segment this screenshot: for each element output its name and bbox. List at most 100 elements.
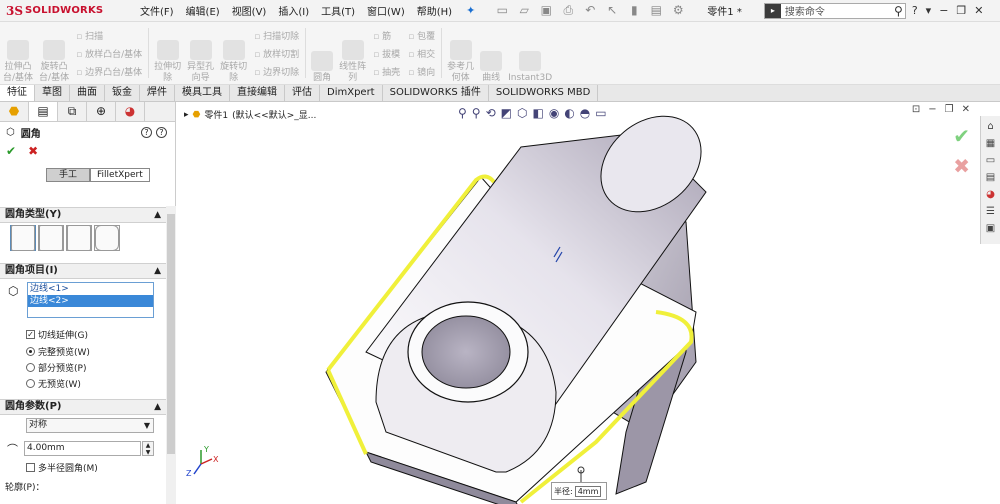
help-icon[interactable]: ? <box>141 126 152 138</box>
dropdown-chevron-icon[interactable]: ▾ <box>926 4 932 17</box>
partial-preview-radio[interactable]: 部分预览(P) <box>26 361 86 374</box>
part-name[interactable]: 零件1 <box>204 108 228 121</box>
custom-properties-icon[interactable]: ☰ <box>984 205 998 219</box>
tab-evaluate[interactable]: 评估 <box>285 85 320 101</box>
zoom-to-fit-icon[interactable]: ⚲ <box>458 106 467 120</box>
menu-insert[interactable]: 插入(I) <box>272 3 315 18</box>
rebuild-icon[interactable]: ▮ <box>625 3 643 18</box>
sweep-button[interactable]: 扫描 <box>76 29 142 42</box>
viewport-minimize-icon[interactable]: − <box>928 104 936 115</box>
search-icon[interactable]: ⚲ <box>894 4 903 18</box>
menu-tools[interactable]: 工具(T) <box>315 3 361 18</box>
close-icon[interactable]: ✕ <box>974 4 983 17</box>
undo-icon[interactable]: ↶ <box>581 3 599 18</box>
fillet-params-section-header[interactable]: 圆角参数(P) ▲ <box>0 399 166 415</box>
full-preview-radio[interactable]: 完整预览(W) <box>26 345 90 358</box>
face-fillet-button[interactable] <box>66 225 92 251</box>
mirror-button[interactable]: 镜向 <box>408 65 435 78</box>
extrude-boss-button[interactable]: 拉伸凸 台/基体 <box>0 22 36 84</box>
intersect-button[interactable]: 相交 <box>408 47 435 60</box>
no-preview-radio[interactable]: 无预览(W) <box>26 377 81 390</box>
feature-tree-tab-icon[interactable]: ⬣ <box>0 102 29 121</box>
instant3d-button[interactable]: Instant3D <box>505 22 555 84</box>
tab-manual[interactable]: 手工 <box>46 168 91 182</box>
reference-geometry-button[interactable]: 参考几 何体 <box>444 22 477 84</box>
revolve-cut-button[interactable]: 旋转切 除 <box>217 22 250 84</box>
bore-hole[interactable] <box>421 315 511 389</box>
constant-size-fillet-button[interactable] <box>10 225 36 251</box>
solidworks-resources-icon[interactable]: ⌂ <box>984 120 998 134</box>
forum-icon[interactable]: ▣ <box>984 222 998 236</box>
fillet-items-list[interactable]: 边线<1> 边线<2> <box>27 282 154 318</box>
options-gear-icon[interactable]: ⚙ <box>669 3 687 18</box>
fillet-items-section-header[interactable]: 圆角项目(I) ▲ <box>0 263 166 279</box>
radio-dot[interactable] <box>26 347 35 356</box>
fillet-type-section-header[interactable]: 圆角类型(Y) ▲ <box>0 207 166 223</box>
expand-arrow-icon[interactable]: ▸ <box>184 110 189 120</box>
full-round-fillet-button[interactable] <box>94 225 120 251</box>
new-document-icon[interactable]: ▭ <box>493 3 511 18</box>
checkbox-box[interactable] <box>26 463 35 472</box>
save-icon[interactable]: ▣ <box>537 3 555 18</box>
lofted-cut-button[interactable]: 放样切割 <box>254 47 299 60</box>
cancel-x-icon[interactable]: ✖ <box>28 144 38 158</box>
radio-dot[interactable] <box>26 379 35 388</box>
collapse-caret-icon[interactable]: ▲ <box>154 400 161 414</box>
callout-value[interactable]: 4mm <box>574 485 602 497</box>
edit-appearance-icon[interactable]: ◐ <box>564 106 574 120</box>
display-style-icon[interactable]: ◧ <box>532 106 543 120</box>
hole-wizard-button[interactable]: 异型孔 向导 <box>184 22 217 84</box>
view-palette-icon[interactable]: ▤ <box>984 171 998 185</box>
appearances-icon[interactable]: ◕ <box>984 188 998 202</box>
tab-features[interactable]: 特征 <box>0 85 35 101</box>
shell-button[interactable]: 抽壳 <box>373 65 400 78</box>
swept-cut-button[interactable]: 扫描切除 <box>254 29 299 42</box>
tangent-propagation-checkbox[interactable]: ✓ 切线延伸(G) <box>26 328 88 341</box>
select-icon[interactable]: ↖ <box>603 3 621 18</box>
section-view-icon[interactable]: ◩ <box>501 106 512 120</box>
tab-dimxpert[interactable]: DimXpert <box>320 85 383 101</box>
restore-icon[interactable]: ❐ <box>956 4 966 17</box>
tab-sketch[interactable]: 草图 <box>35 85 70 101</box>
rib-button[interactable]: 筋 <box>373 29 400 42</box>
revolve-boss-button[interactable]: 旋转凸 台/基体 <box>36 22 72 84</box>
open-icon[interactable]: ▱ <box>515 3 533 18</box>
radius-input[interactable]: 4.00mm <box>24 441 141 456</box>
variable-size-fillet-button[interactable] <box>38 225 64 251</box>
menu-help[interactable]: 帮助(H) <box>411 3 458 18</box>
whats-new-icon[interactable]: ? <box>156 126 167 138</box>
menu-edit[interactable]: 编辑(E) <box>180 3 226 18</box>
tab-mbd[interactable]: SOLIDWORKS MBD <box>489 85 599 101</box>
tab-filletxpert[interactable]: FilletXpert <box>90 168 150 182</box>
boundary-cut-button[interactable]: 边界切除 <box>254 65 299 78</box>
tab-mold-tools[interactable]: 模具工具 <box>175 85 230 101</box>
display-manager-tab-icon[interactable]: ◕ <box>116 102 145 121</box>
search-input[interactable]: 搜索命令 <box>785 3 894 18</box>
list-item[interactable]: 边线<2> <box>28 295 153 307</box>
part-model[interactable]: Y X Z <box>176 102 980 504</box>
panel-scrollbar[interactable] <box>166 206 176 504</box>
radio-dot[interactable] <box>26 363 35 372</box>
chevron-down-icon[interactable]: ▼ <box>144 419 150 432</box>
tab-sheet-metal[interactable]: 钣金 <box>105 85 140 101</box>
draft-button[interactable]: 拔模 <box>373 47 400 60</box>
fillet-button[interactable]: 圆角 <box>308 22 336 84</box>
graphics-area[interactable]: Y X Z ▸ ⬣ 零件1 (默认<<默认>_显... ⚲ ⚲ ⟲ ◩ ⬡ ◧ … <box>176 102 980 504</box>
viewport-restore-icon[interactable]: ❐ <box>945 104 954 115</box>
collapse-caret-icon[interactable]: ▲ <box>154 264 161 278</box>
curves-button[interactable]: 曲线 <box>477 22 505 84</box>
scrollbar-thumb[interactable] <box>167 214 175 454</box>
scene-icon[interactable]: ◓ <box>580 106 590 120</box>
checkbox-box[interactable]: ✓ <box>26 330 35 339</box>
view-settings-icon[interactable]: ▭ <box>595 106 606 120</box>
previous-view-icon[interactable]: ⟲ <box>486 106 496 120</box>
search-mode-icon[interactable]: ▸ <box>764 3 781 18</box>
help-question-icon[interactable]: ? <box>912 4 918 17</box>
radius-callout[interactable]: 半径: 4mm <box>551 482 607 500</box>
boundary-boss-button[interactable]: 边界凸台/基体 <box>76 65 142 78</box>
tab-weldments[interactable]: 焊件 <box>140 85 175 101</box>
menu-window[interactable]: 窗口(W) <box>361 3 411 18</box>
menu-file[interactable]: 文件(F) <box>134 3 180 18</box>
tab-surfaces[interactable]: 曲面 <box>70 85 105 101</box>
viewport-expand-icon[interactable]: ⊡ <box>912 104 920 115</box>
